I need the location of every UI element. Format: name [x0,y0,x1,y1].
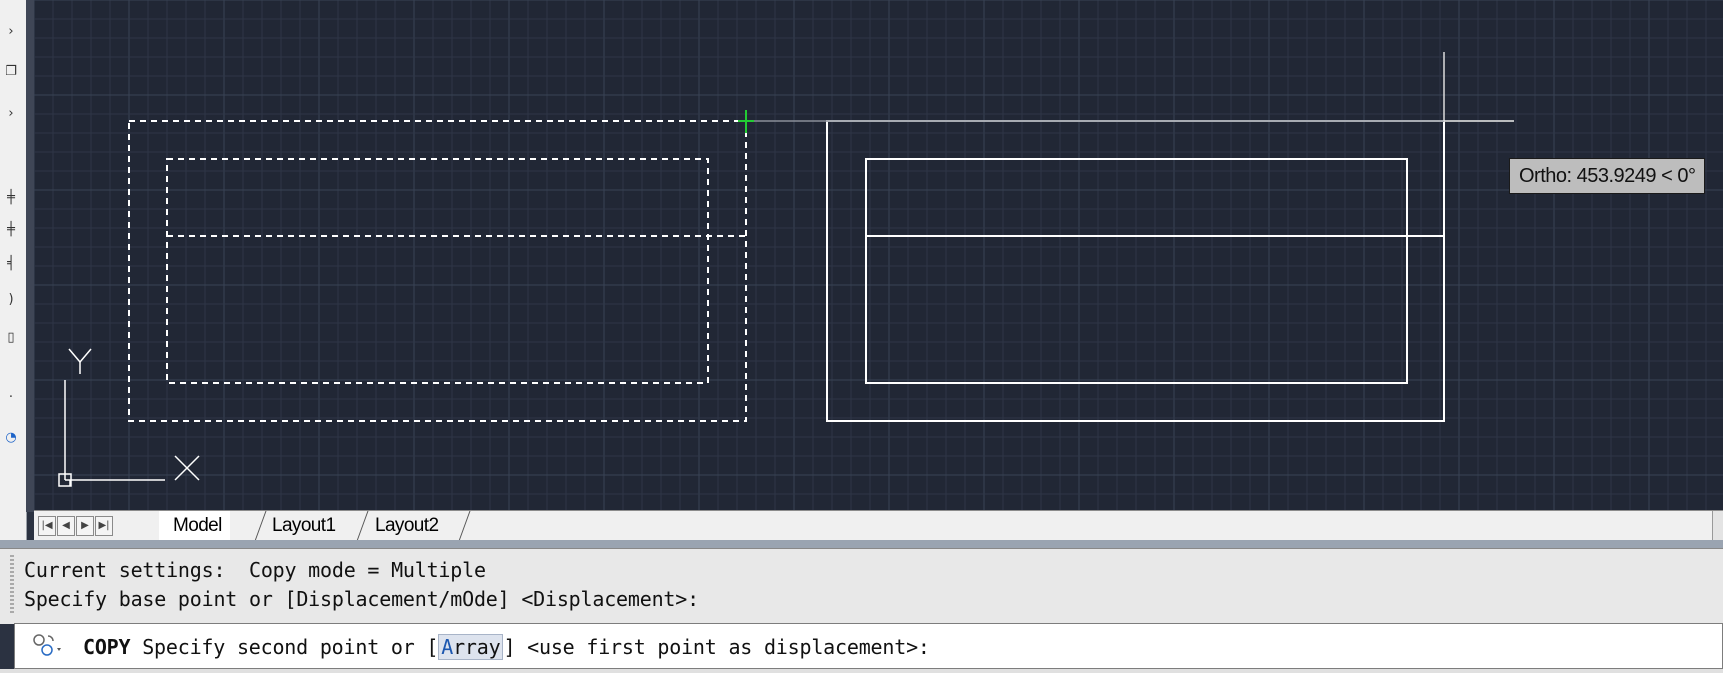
selected-objects[interactable] [128,120,747,422]
ucs-x-label [174,455,200,481]
modify-toolbar: › ❐ › ╪ ╪ ╡ ) ▯ · ◔ [0,0,27,548]
tab-model[interactable]: Model [159,511,230,541]
canvas-border [26,0,34,512]
history-line: Current settings: Copy mode = Multiple [24,558,486,582]
tab-layout2[interactable]: Layout2 [375,511,439,541]
dashed-outer-rect[interactable] [128,120,747,422]
drawing-canvas[interactable]: Ortho: 453.9249 < 0° [34,0,1723,510]
flip-icon[interactable]: › [4,24,18,40]
offset-icon[interactable]: ╪ [4,190,18,206]
mirror-icon[interactable]: › [4,106,18,122]
history-line: Specify base point or [Displacement/mOde… [24,587,699,611]
option-array-label: rray [453,635,501,659]
dashed-inner-rect[interactable] [166,158,709,384]
status-edge [0,669,1723,673]
tab-layout1[interactable]: Layout1 [272,511,336,541]
prompt-text-end: ] <use first point as displacement>: [503,635,930,659]
trim-icon[interactable]: ) [4,292,18,308]
command-window-grip[interactable] [10,555,14,615]
layout-tab-bar: |◀ ◀ ▶ ▶| Model Layout1 Layout2 [34,510,1723,541]
ucs-icon [58,380,165,487]
base-point-marker [738,110,754,133]
command-customize-icon[interactable] [31,632,65,660]
prev-tab-icon[interactable]: ◀ [57,516,75,536]
tab-separator [356,511,369,541]
command-prompt[interactable]: COPY Specify second point or [Array] <us… [83,624,930,670]
table-icon[interactable]: ▯ [4,330,18,346]
command-window-border [0,540,1723,548]
next-tab-icon[interactable]: ▶ [76,516,94,536]
blue-circle-icon[interactable]: ◔ [4,430,18,446]
drawing-svg[interactable] [34,0,1723,510]
command-history: Current settings: Copy mode = Multiple S… [0,548,1723,624]
tab-separator [458,511,471,541]
grid [34,0,1723,510]
last-tab-icon[interactable]: ▶| [95,516,113,536]
tab-separator [254,511,267,541]
command-name: COPY [83,635,131,659]
command-line[interactable]: COPY Specify second point or [Array] <us… [14,623,1723,669]
copy-icon[interactable]: ❐ [4,64,18,80]
ortho-tooltip: Ortho: 453.9249 < 0° [1509,158,1706,194]
stretch-icon[interactable]: ╪ [4,222,18,238]
first-tab-icon[interactable]: |◀ [38,516,56,536]
dot-icon[interactable]: · [4,390,18,406]
option-array[interactable]: Array [438,634,504,660]
prompt-text: Specify second point or [ [130,635,439,659]
option-array-hotkey: A [441,635,454,659]
horizontal-scrollbar-stub[interactable] [1712,511,1723,541]
scale-icon[interactable]: ╡ [4,256,18,272]
